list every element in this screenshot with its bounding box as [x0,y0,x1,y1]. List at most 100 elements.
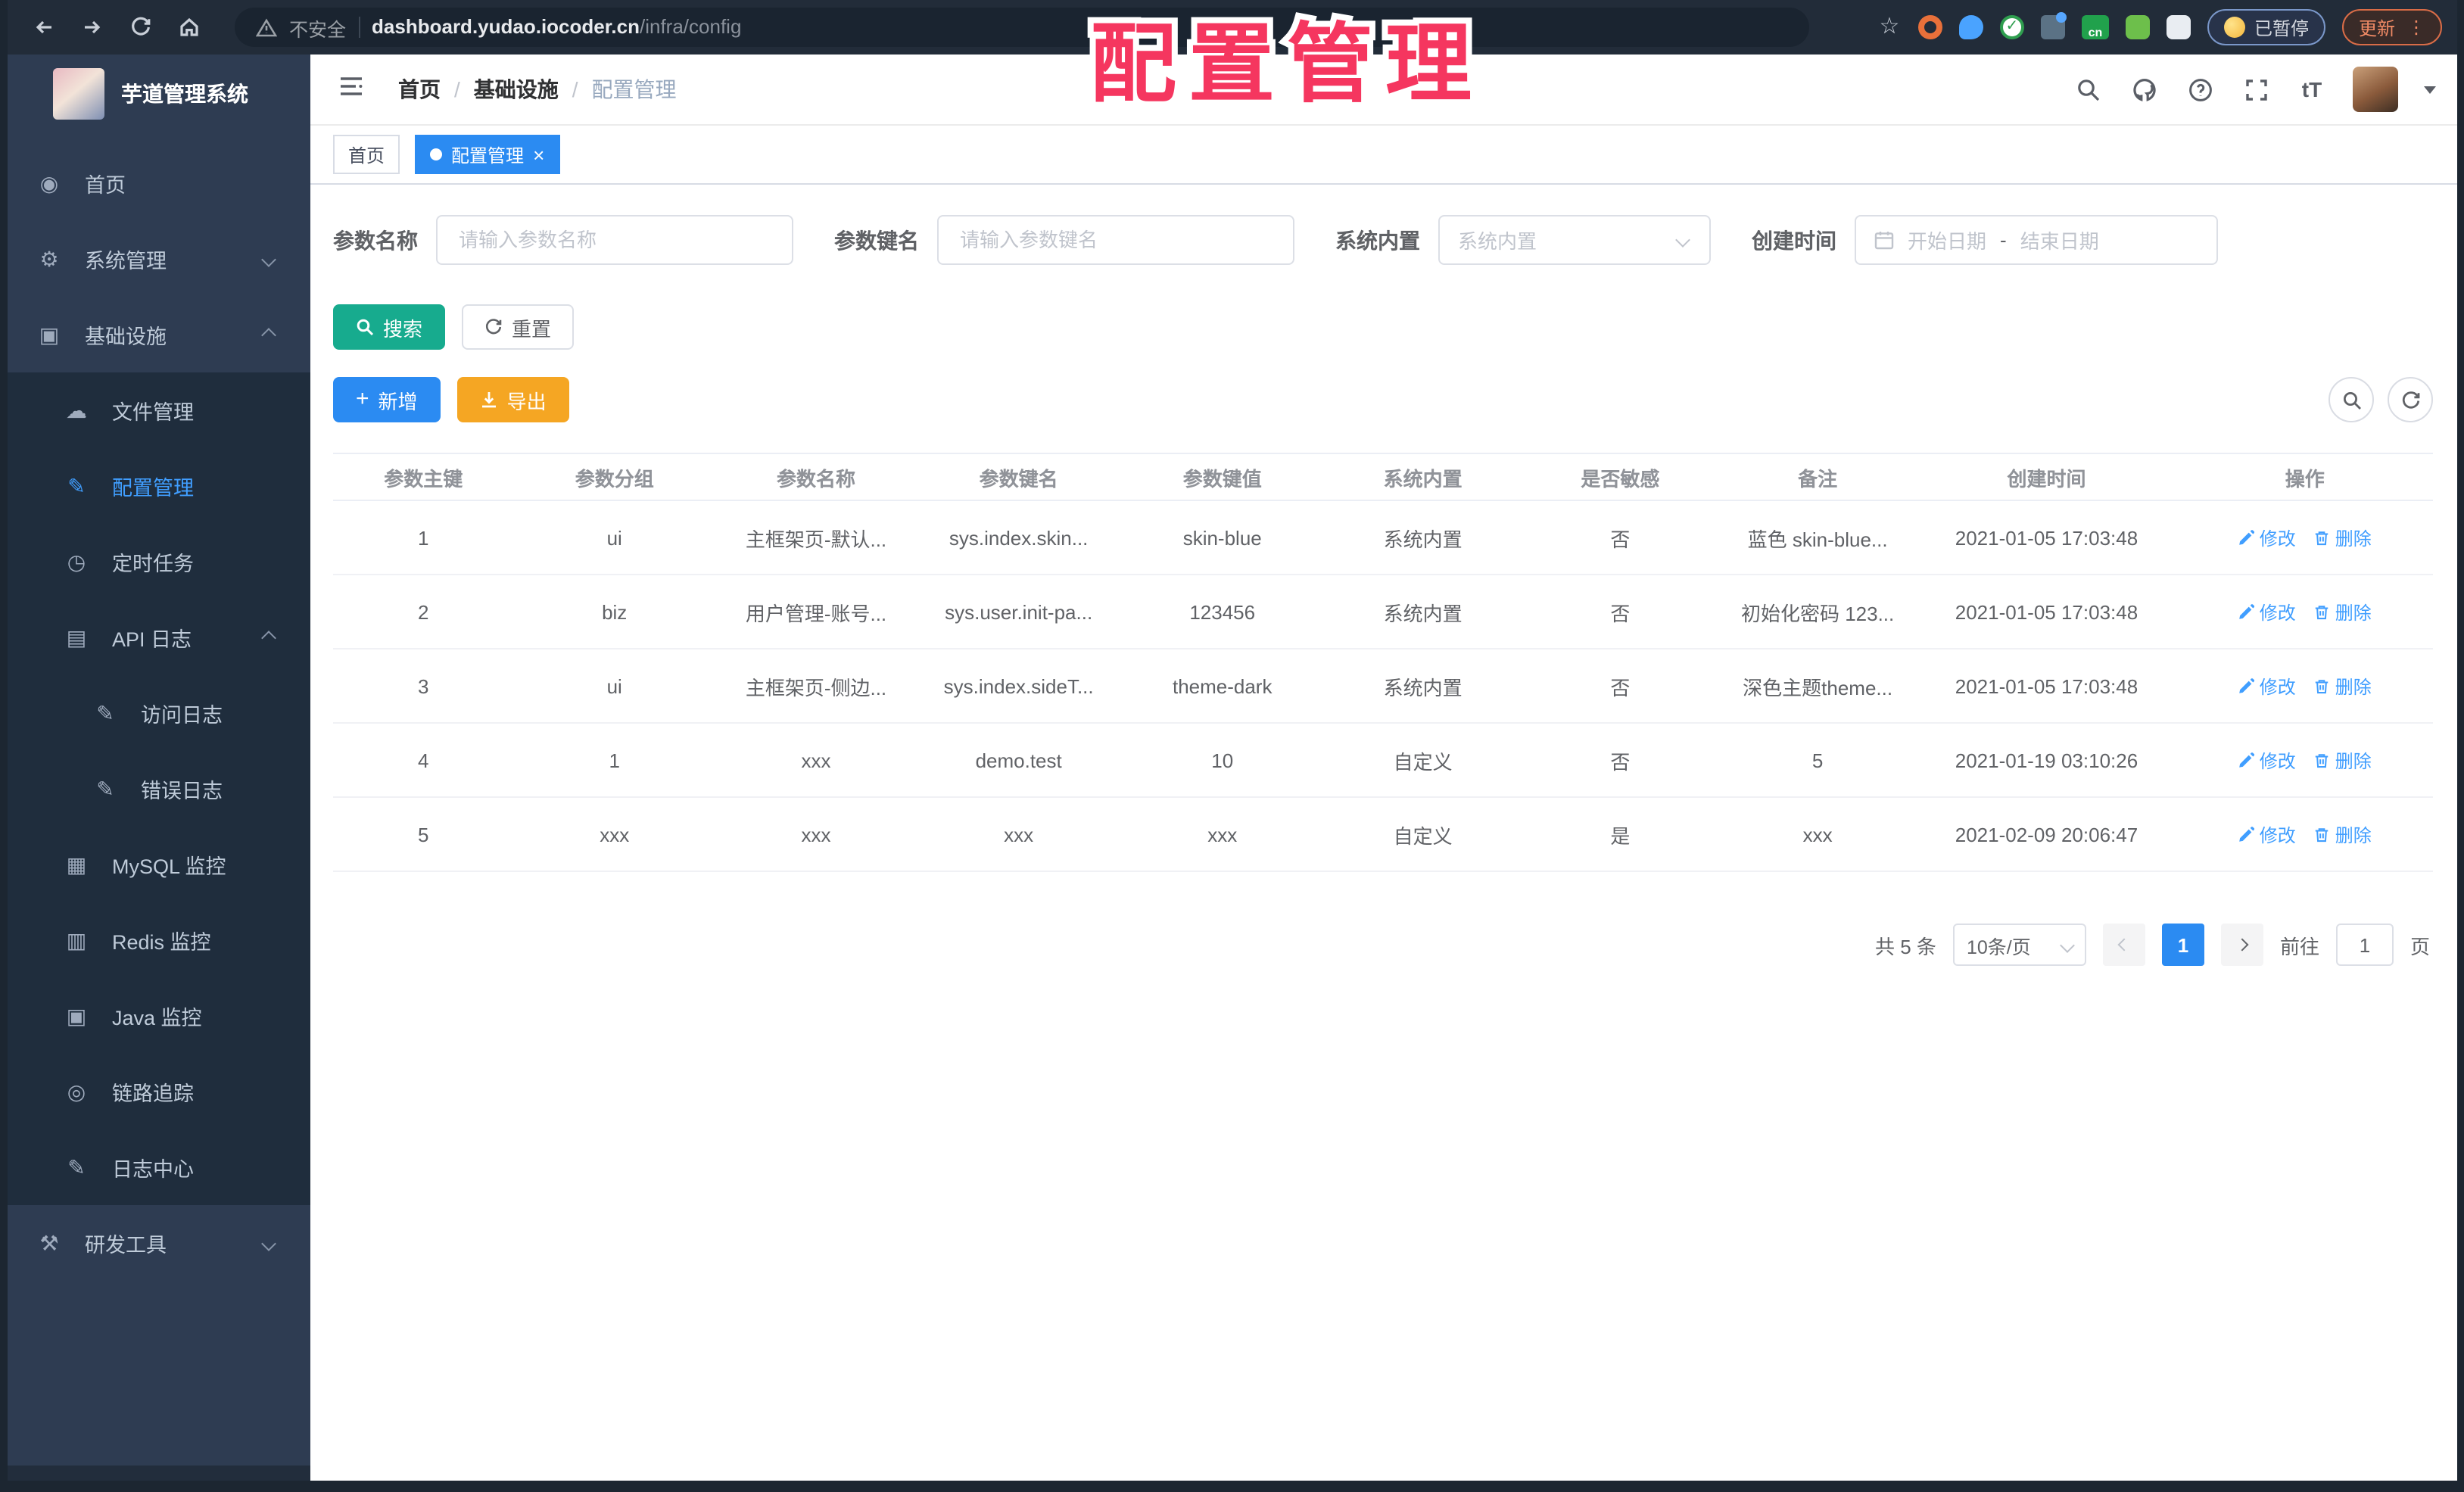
sidebar-item-6[interactable]: ▤ API 日志 [8,600,310,675]
builtin-select[interactable]: 系统内置 [1438,215,1711,265]
extension-icon-cn-badge[interactable]: cn [2081,15,2109,39]
export-button[interactable]: 导出 [456,377,569,422]
sidebar-item-11[interactable]: ▣ Java 监控 [8,978,310,1054]
breadcrumb-home[interactable]: 首页 [398,74,441,104]
sidebar-item-1[interactable]: ⚙ 系统管理 [8,221,310,297]
filter-label: 创建时间 [1752,228,1836,252]
refresh-table-button[interactable] [2388,377,2433,422]
breadcrumb-separator: / [454,77,460,101]
column-header: 备注 [1718,453,1917,501]
top-navbar: 首页 / 基础设施 / 配置管理 tT [310,55,2457,126]
edit-link[interactable]: 修改 [2238,747,2296,773]
sidebar-item-9[interactable]: ▦ MySQL 监控 [8,827,310,902]
browser-back-button[interactable] [26,9,62,45]
table-cell: 2 [333,575,514,649]
sidebar-toggle-button[interactable] [338,73,371,106]
extension-icon-green-check[interactable]: ✓ [1999,15,2024,39]
github-button[interactable] [2129,74,2159,104]
avatar[interactable] [2353,67,2398,112]
prev-page-button[interactable] [2102,924,2145,966]
chevron-left-icon [2117,938,2131,952]
close-tab-icon[interactable]: × [533,145,544,164]
delete-link[interactable]: 删除 [2314,821,2372,847]
reload-icon [132,17,151,36]
table-cell: xxx [1718,797,1917,872]
search-submit-button[interactable]: 搜索 [333,304,446,350]
browser-forward-button[interactable] [74,9,111,45]
edit-link[interactable]: 修改 [2238,599,2296,625]
sidebar-item-0[interactable]: ◉ 首页 [8,145,310,221]
chevron-down-icon[interactable] [2424,86,2436,93]
total-count-label: 共 5 条 [1875,935,1936,958]
delete-link[interactable]: 删除 [2314,599,2372,625]
sidebar-item-10[interactable]: ▥ Redis 监控 [8,902,310,978]
sidebar-item-8[interactable]: ✎ 错误日志 [8,751,310,827]
extension-icon-blue-pin[interactable] [1958,15,1983,39]
param-key-input[interactable] [957,227,1275,253]
param-name-input[interactable] [456,227,774,253]
table-cell: ui [513,649,715,724]
add-button[interactable]: + 新增 [333,377,441,422]
extensions-puzzle-icon[interactable] [2166,15,2191,39]
page-number-button[interactable]: 1 [2161,924,2204,966]
extension-icon-orange-ring[interactable] [1917,15,1942,39]
sidebar-item-2[interactable]: ▣ 基础设施 [8,297,310,372]
delete-link[interactable]: 删除 [2314,747,2372,773]
sidebar-item-3[interactable]: ☁ 文件管理 [8,372,310,448]
table-cell: theme-dark [1120,649,1325,724]
tags-view-bar: 首页 配置管理 × [310,126,2457,185]
goto-label: 前往 [2279,935,2319,958]
extension-icon-green-dot[interactable] [2125,15,2150,39]
sidebar-item-5[interactable]: ◷ 定时任务 [8,524,310,600]
sidebar-item-14[interactable]: ⚒ 研发工具 [8,1205,310,1281]
chevron-down-icon [261,1235,276,1251]
edit-link[interactable]: 修改 [2238,673,2296,699]
table-row: 4 1 xxx demo.test 10 自定义否 5 2021-01-19 03:10:26… [333,723,2433,798]
profile-paused-chip[interactable]: 已暂停 [2207,9,2325,45]
font-size-button[interactable]: tT [2297,74,2327,104]
extension-icon-gray-box[interactable] [2040,12,2067,39]
pagination: 共 5 条 10条/页 1 前往 页 [333,924,2433,966]
address-bar[interactable]: 不安全 dashboard.yudao.iocoder.cn/infra/con… [235,8,1809,47]
table-cell: 1 [333,500,514,575]
table-cell: 10 [1120,723,1325,798]
browser-reload-button[interactable] [123,9,159,45]
delete-link[interactable]: 删除 [2314,673,2372,699]
table-cell: 用户管理-账号... [715,575,917,649]
tab-home[interactable]: 首页 [333,135,400,174]
sidebar-item-13[interactable]: ✎ 日志中心 [8,1129,310,1205]
help-button[interactable] [2185,74,2215,104]
sidebar-item-12[interactable]: ◎ 链路追踪 [8,1054,310,1129]
browser-home-button[interactable] [171,9,207,45]
app-logo-row[interactable]: 芋道管理系统 [8,55,310,133]
breadcrumb-infra[interactable]: 基础设施 [474,74,559,104]
infrastructure-icon: ▣ [39,322,60,346]
sidebar-item-7[interactable]: ✎ 访问日志 [8,675,310,751]
tab-config[interactable]: 配置管理 × [415,135,560,174]
bookmark-star-icon[interactable]: ☆ [1877,14,1902,41]
mysql-monitor-icon: ▦ [66,852,87,876]
delete-link-label: 删除 [2335,676,2372,697]
next-page-button[interactable] [2220,924,2263,966]
table-cell: sys.index.sideT... [917,649,1121,724]
page-size-select[interactable]: 10条/页 [1952,924,2086,966]
sidebar-menu: ◉ 首页 ⚙ 系统管理 ▣ 基础设施 ☁ 文件管理 ✎ 配置管理 ◷ 定时任务 ▤ API 日志 ✎ 访问日志… [8,145,310,1281]
browser-menu-dots-icon[interactable]: ⋮ [2407,17,2425,38]
delete-link[interactable]: 删除 [2314,525,2372,550]
table-cell: 主框架页-侧边... [715,649,917,724]
reset-button[interactable]: 重置 [462,304,575,350]
table-cell: 5 [333,797,514,872]
chevron-down-icon [2060,937,2075,952]
fullscreen-button[interactable] [2241,74,2271,104]
edit-link[interactable]: 修改 [2238,821,2296,847]
search-button[interactable] [2073,74,2103,104]
edit-link[interactable]: 修改 [2238,525,2296,550]
toggle-search-button[interactable] [2328,377,2374,422]
sidebar-item-4[interactable]: ✎ 配置管理 [8,448,310,524]
date-range-picker[interactable]: 开始日期 - 结束日期 [1855,215,2218,265]
goto-page-input[interactable] [2335,924,2394,966]
edit-link-label: 修改 [2259,676,2296,697]
sidebar-item-label: API 日志 [112,628,192,651]
table-cell: 否 [1522,500,1719,575]
browser-update-button[interactable]: 更新 ⋮ [2341,9,2442,45]
